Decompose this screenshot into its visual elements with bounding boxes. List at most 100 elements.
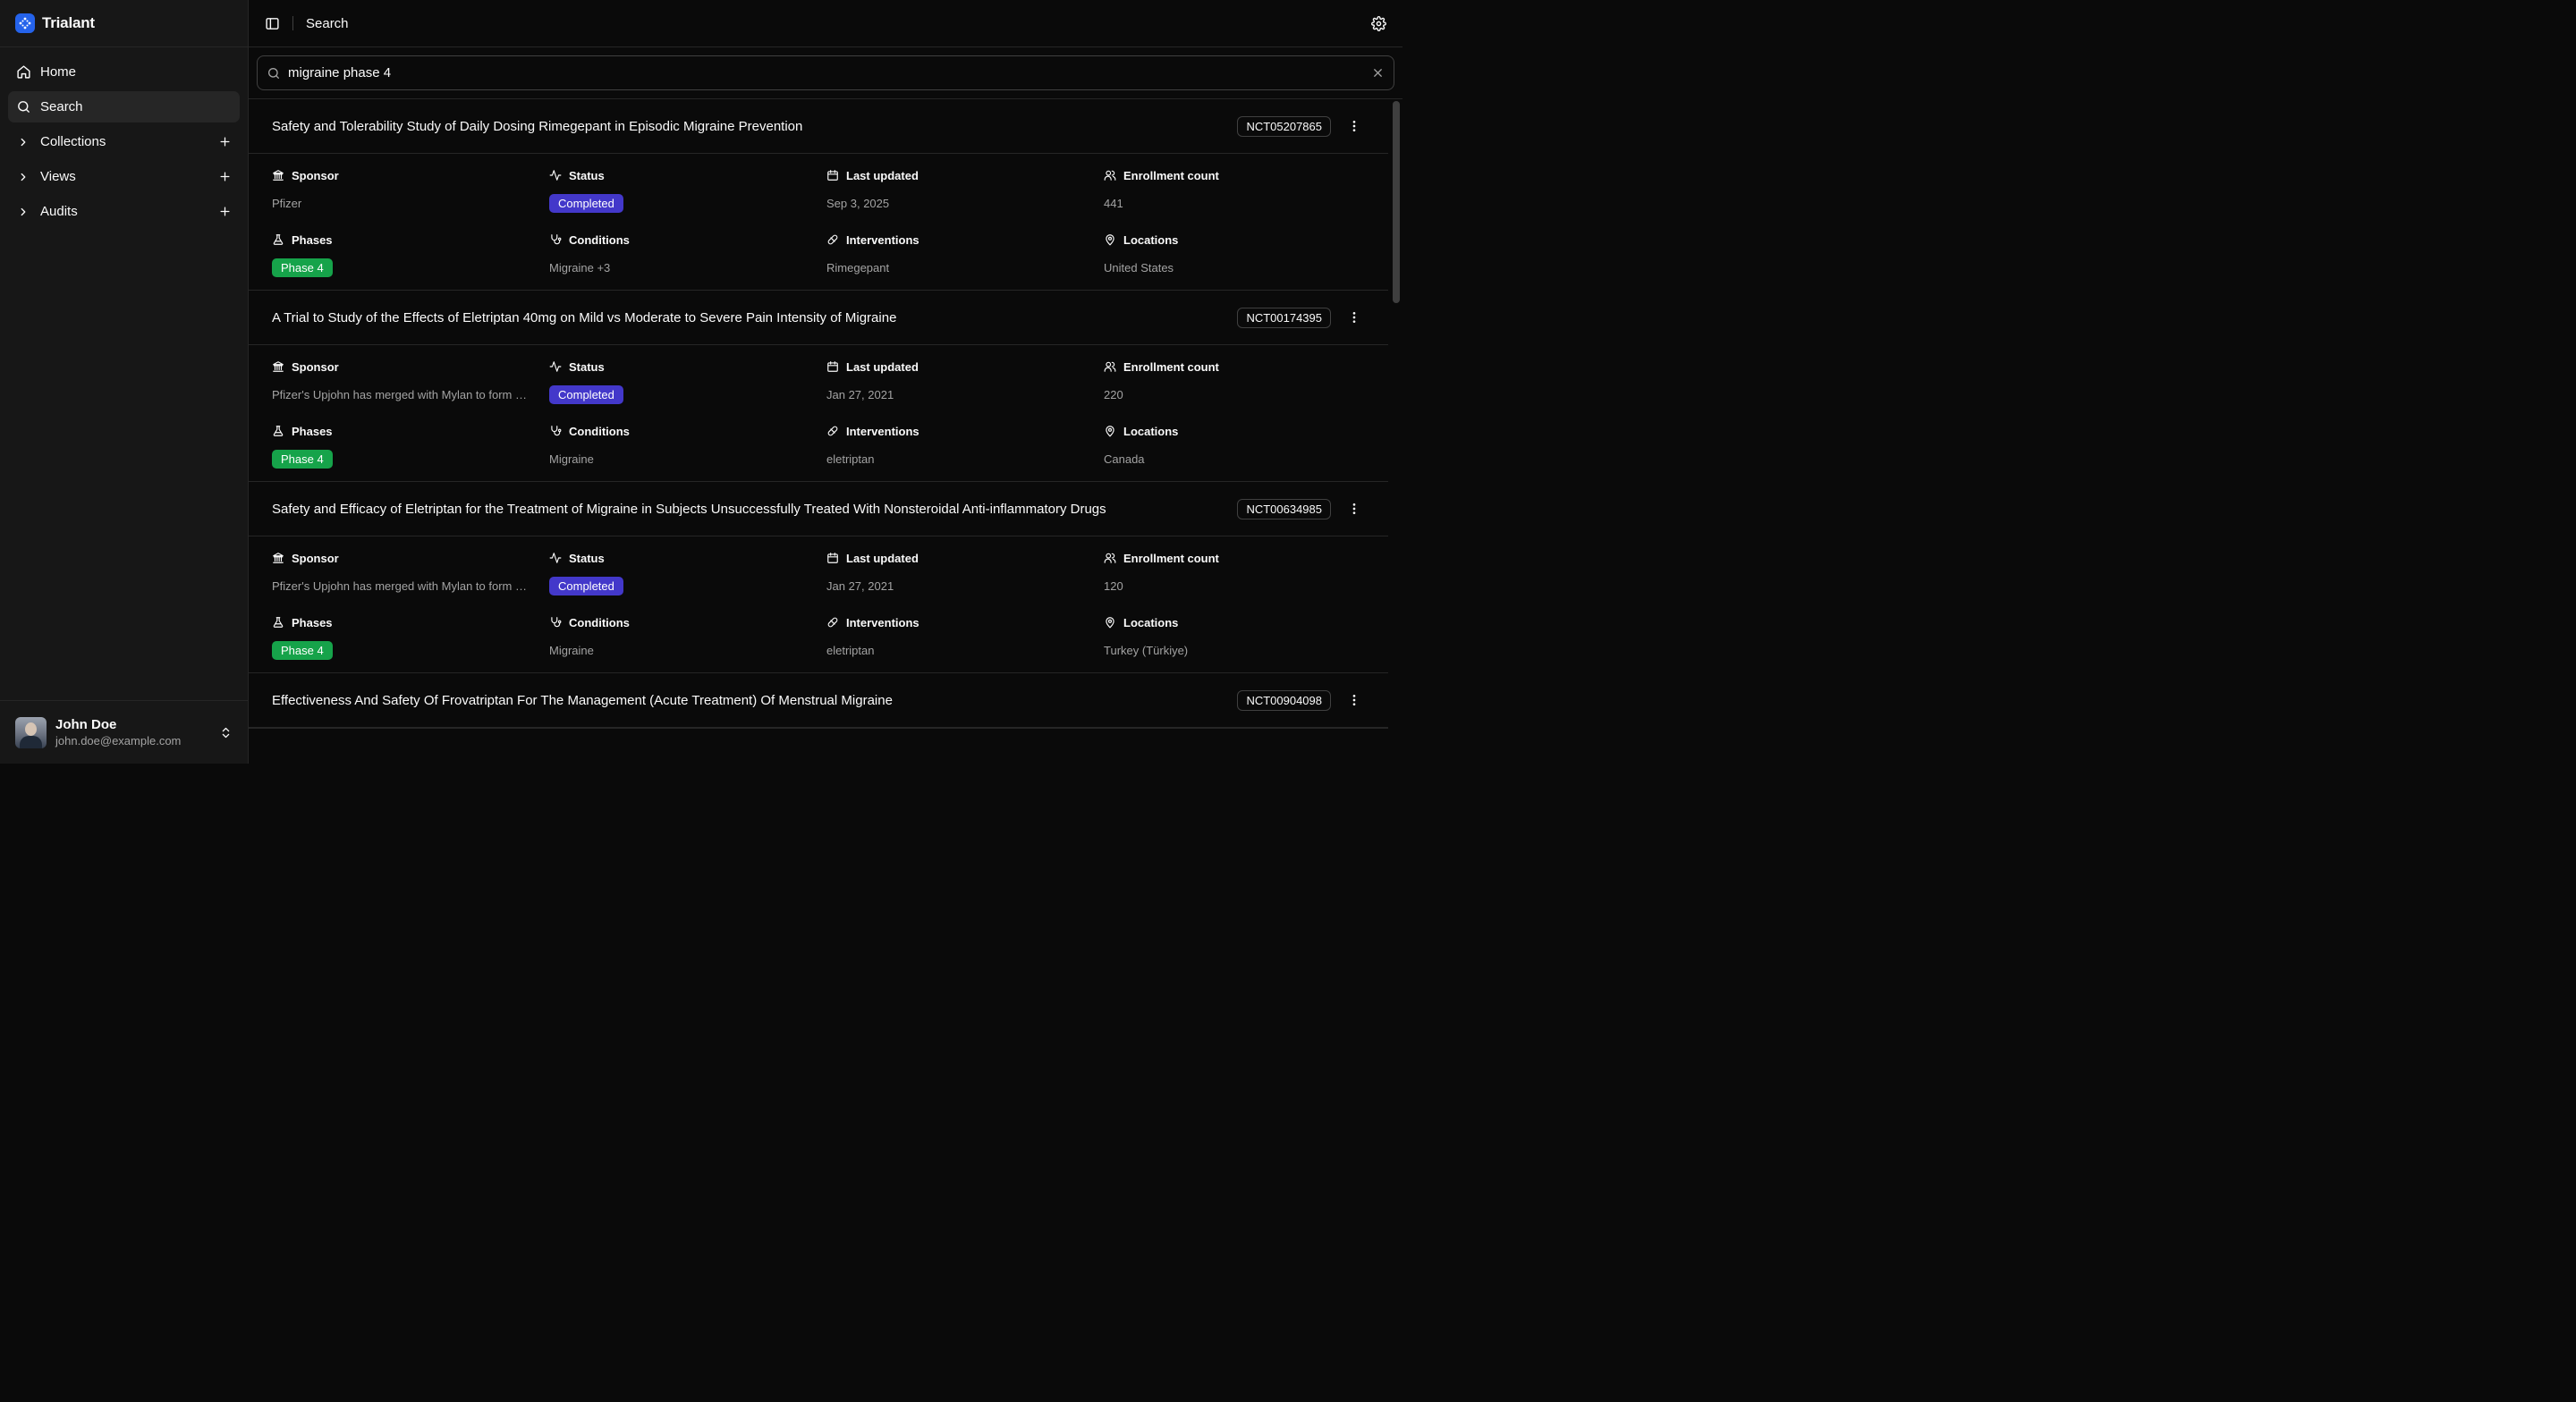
sponsor-value: Pfizer bbox=[272, 196, 302, 210]
pill-icon bbox=[826, 616, 839, 629]
trial-title[interactable]: Effectiveness And Safety Of Frovatriptan… bbox=[272, 693, 1228, 708]
pill-icon bbox=[826, 233, 839, 246]
field-last-updated: Last updated Sep 3, 2025 bbox=[826, 166, 1104, 213]
enrollment-value: 120 bbox=[1104, 579, 1123, 593]
more-options-icon[interactable] bbox=[1343, 119, 1365, 133]
search-icon bbox=[15, 99, 31, 115]
more-options-icon[interactable] bbox=[1343, 693, 1365, 707]
trial-title[interactable]: Safety and Tolerability Study of Daily D… bbox=[272, 119, 1228, 134]
last-updated-value: Sep 3, 2025 bbox=[826, 196, 890, 210]
home-icon bbox=[15, 64, 31, 80]
map-pin-icon bbox=[1104, 616, 1116, 629]
field-last-updated: Last updated Jan 27, 2021 bbox=[826, 549, 1104, 595]
topbar: Search bbox=[249, 0, 1402, 47]
more-options-icon[interactable] bbox=[1343, 502, 1365, 516]
search-input[interactable] bbox=[288, 65, 1364, 80]
nct-id-badge[interactable]: NCT00634985 bbox=[1237, 498, 1331, 519]
sidebar-item-search[interactable]: Search bbox=[8, 91, 240, 122]
field-sponsor: Sponsor Pfizer bbox=[272, 166, 549, 213]
trial-title[interactable]: A Trial to Study of the Effects of Eletr… bbox=[272, 310, 1228, 325]
field-phases: Phases Phase 4 bbox=[272, 613, 549, 660]
more-options-icon[interactable] bbox=[1343, 310, 1365, 325]
sidebar-item-label: Collections bbox=[40, 134, 106, 149]
last-updated-value: Jan 27, 2021 bbox=[826, 579, 894, 593]
phase-badge: Phase 4 bbox=[272, 258, 333, 277]
nct-id-badge[interactable]: NCT05207865 bbox=[1237, 115, 1331, 137]
conditions-value: Migraine bbox=[549, 643, 594, 657]
field-sponsor: Sponsor Pfizer's Upjohn has merged with … bbox=[272, 358, 549, 404]
field-enrollment: Enrollment count 220 bbox=[1104, 358, 1372, 404]
calendar-icon bbox=[826, 552, 839, 564]
status-badge: Completed bbox=[549, 384, 623, 404]
result-card-header: Safety and Efficacy of Eletriptan for th… bbox=[249, 482, 1388, 536]
activity-icon bbox=[549, 552, 562, 564]
stethoscope-icon bbox=[549, 233, 562, 246]
bank-icon bbox=[272, 552, 284, 564]
user-menu[interactable]: John Doe john.doe@example.com bbox=[0, 700, 248, 764]
field-status: Status Completed bbox=[549, 549, 826, 595]
trial-details: Sponsor Pfizer Status Completed Last upd… bbox=[249, 154, 1388, 290]
field-interventions: Interventions Rimegepant bbox=[826, 231, 1104, 277]
user-email: john.doe@example.com bbox=[55, 734, 182, 747]
sidebar-item-label: Views bbox=[40, 169, 76, 184]
trial-details: Sponsor Pfizer's Upjohn has merged with … bbox=[249, 345, 1388, 481]
users-icon bbox=[1104, 360, 1116, 373]
field-last-updated: Last updated Jan 27, 2021 bbox=[826, 358, 1104, 404]
field-sponsor: Sponsor Pfizer's Upjohn has merged with … bbox=[272, 549, 549, 595]
sidebar-nav: Home Search Collections Views Audits bbox=[0, 47, 248, 700]
results-scrollbar[interactable] bbox=[1393, 101, 1400, 303]
phase-badge: Phase 4 bbox=[272, 449, 333, 469]
user-name: John Doe bbox=[55, 717, 117, 732]
sidebar-item-home[interactable]: Home bbox=[8, 56, 240, 88]
chevron-right-icon[interactable] bbox=[15, 204, 31, 220]
chevrons-up-down-icon[interactable] bbox=[219, 726, 233, 739]
interventions-value: eletriptan bbox=[826, 643, 875, 657]
enrollment-value: 220 bbox=[1104, 387, 1123, 401]
settings-gear-icon[interactable] bbox=[1371, 15, 1386, 31]
sponsor-value: Pfizer's Upjohn has merged with Mylan to… bbox=[272, 579, 527, 593]
field-phases: Phases Phase 4 bbox=[272, 231, 549, 277]
sidebar-toggle-icon[interactable] bbox=[265, 16, 280, 31]
status-badge: Completed bbox=[549, 576, 623, 595]
field-conditions: Conditions Migraine +3 bbox=[549, 231, 826, 277]
locations-value: United States bbox=[1104, 260, 1174, 274]
chevron-right-icon[interactable] bbox=[15, 134, 31, 150]
result-card: Effectiveness And Safety Of Frovatriptan… bbox=[249, 673, 1388, 729]
map-pin-icon bbox=[1104, 233, 1116, 246]
nct-id-badge[interactable]: NCT00174395 bbox=[1237, 307, 1331, 328]
interventions-value: Rimegepant bbox=[826, 260, 890, 274]
field-locations: Locations Turkey (Türkiye) bbox=[1104, 613, 1372, 660]
users-icon bbox=[1104, 552, 1116, 564]
users-icon bbox=[1104, 169, 1116, 182]
field-interventions: Interventions eletriptan bbox=[826, 422, 1104, 469]
field-locations: Locations Canada bbox=[1104, 422, 1372, 469]
sidebar-item-collections[interactable]: Collections bbox=[8, 126, 240, 157]
conditions-value: Migraine +3 bbox=[549, 260, 611, 274]
field-enrollment: Enrollment count 441 bbox=[1104, 166, 1372, 213]
chevron-right-icon[interactable] bbox=[15, 169, 31, 185]
flask-icon bbox=[272, 233, 284, 246]
enrollment-value: 441 bbox=[1104, 196, 1123, 210]
search-icon bbox=[267, 66, 281, 80]
pill-icon bbox=[826, 425, 839, 437]
add-collection-plus-icon[interactable] bbox=[216, 134, 233, 150]
nct-id-badge[interactable]: NCT00904098 bbox=[1237, 689, 1331, 711]
sidebar: Trialant Home Search Collections Views A… bbox=[0, 0, 249, 764]
sidebar-item-label: Search bbox=[40, 99, 83, 114]
brand[interactable]: Trialant bbox=[0, 0, 248, 47]
field-status: Status Completed bbox=[549, 358, 826, 404]
result-card-header: A Trial to Study of the Effects of Eletr… bbox=[249, 291, 1388, 345]
bank-icon bbox=[272, 360, 284, 373]
locations-value: Turkey (Türkiye) bbox=[1104, 643, 1189, 657]
add-audit-plus-icon[interactable] bbox=[216, 204, 233, 220]
trial-title[interactable]: Safety and Efficacy of Eletriptan for th… bbox=[272, 502, 1228, 517]
main-content: Search Safety and Tolerability Study of … bbox=[249, 0, 1402, 764]
field-status: Status Completed bbox=[549, 166, 826, 213]
stethoscope-icon bbox=[549, 425, 562, 437]
add-view-plus-icon[interactable] bbox=[216, 169, 233, 185]
sidebar-item-audits[interactable]: Audits bbox=[8, 196, 240, 227]
flask-icon bbox=[272, 425, 284, 437]
result-card: A Trial to Study of the Effects of Eletr… bbox=[249, 291, 1388, 482]
clear-search-close-icon[interactable] bbox=[1371, 66, 1385, 80]
sidebar-item-views[interactable]: Views bbox=[8, 161, 240, 192]
